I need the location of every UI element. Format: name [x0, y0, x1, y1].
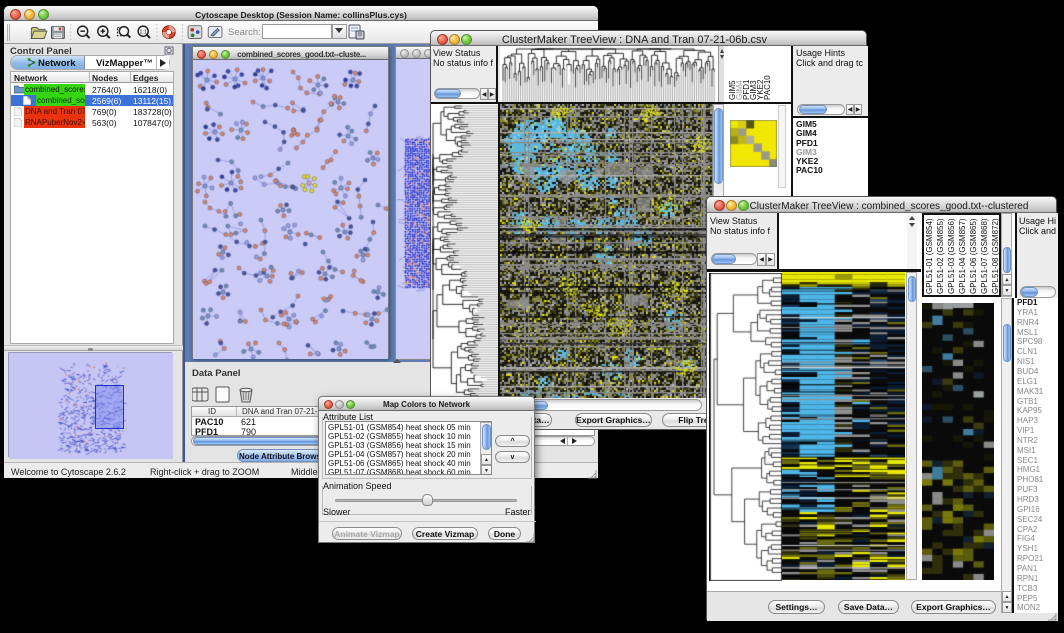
svg-text:1:1: 1:1 [139, 29, 147, 35]
